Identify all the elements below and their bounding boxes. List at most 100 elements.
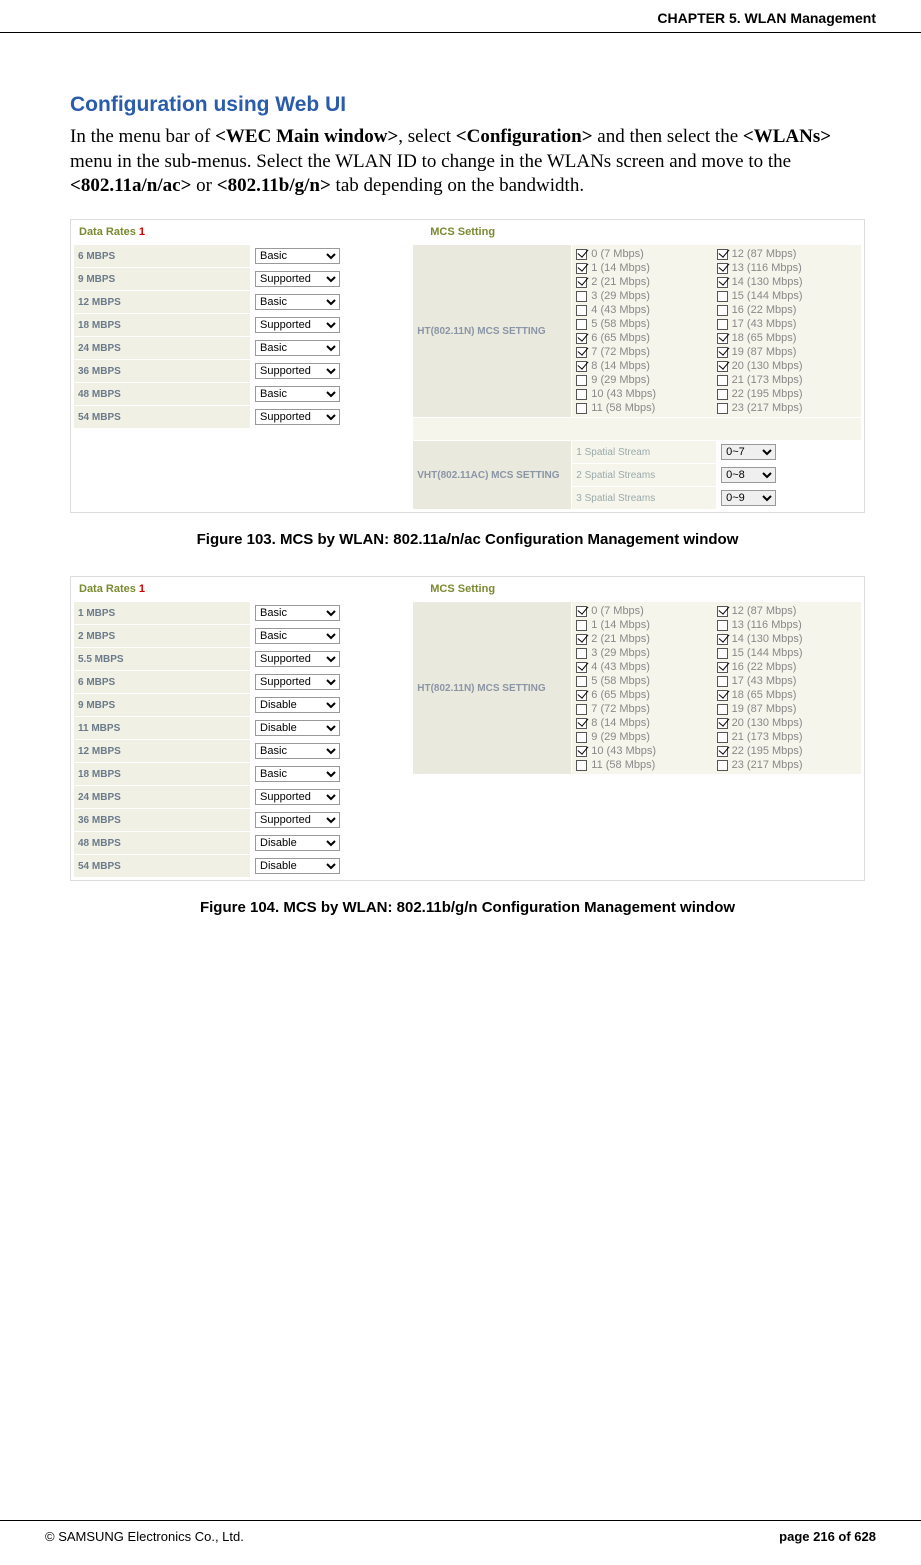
mcs-label: 0 (7 Mbps): [591, 605, 644, 617]
mcs-label: 14 (130 Mbps): [732, 633, 803, 645]
mcs-checkbox[interactable]: [717, 662, 728, 673]
rate-select[interactable]: Supported: [255, 409, 340, 425]
mcs-checkbox[interactable]: [717, 718, 728, 729]
rate-select[interactable]: Basic: [255, 628, 340, 644]
mcs-checkbox[interactable]: [717, 277, 728, 288]
rate-label: 9 MBPS: [74, 694, 251, 717]
mcs-checkbox[interactable]: [717, 690, 728, 701]
mcs-checkbox[interactable]: [717, 333, 728, 344]
rate-select[interactable]: Supported: [255, 651, 340, 667]
rate-label: 24 MBPS: [74, 786, 251, 809]
rate-select[interactable]: Supported: [255, 812, 340, 828]
mcs-label: 5 (58 Mbps): [591, 675, 650, 687]
rate-select[interactable]: Supported: [255, 674, 340, 690]
mcs-checkbox[interactable]: [576, 389, 587, 400]
mcs-checkbox[interactable]: [717, 389, 728, 400]
mcs-checkbox[interactable]: [576, 347, 587, 358]
mcs-checkbox[interactable]: [576, 732, 587, 743]
mcs-checkbox[interactable]: [717, 676, 728, 687]
mcs-checkbox[interactable]: [717, 319, 728, 330]
mcs-item: 8 (14 Mbps): [576, 716, 716, 730]
mcs-item: 9 (29 Mbps): [576, 730, 716, 744]
rate-row: 6 MBPSSupported: [74, 671, 412, 694]
mcs-item: 13 (116 Mbps): [717, 261, 857, 275]
rate-select[interactable]: Disable: [255, 858, 340, 874]
mcs-checkbox[interactable]: [576, 620, 587, 631]
mcs-label: 15 (144 Mbps): [732, 647, 803, 659]
vht-stream-3-select[interactable]: 0~9: [721, 490, 776, 506]
mcs-item: 14 (130 Mbps): [717, 632, 857, 646]
mcs-checkbox[interactable]: [576, 676, 587, 687]
mcs-item: 17 (43 Mbps): [717, 674, 857, 688]
rate-select[interactable]: Basic: [255, 605, 340, 621]
mcs-checkbox[interactable]: [576, 704, 587, 715]
mcs-checkbox[interactable]: [576, 648, 587, 659]
rate-select[interactable]: Basic: [255, 386, 340, 402]
rate-select[interactable]: Supported: [255, 789, 340, 805]
rate-select[interactable]: Supported: [255, 271, 340, 287]
mcs-checkbox[interactable]: [576, 690, 587, 701]
mcs-checkbox[interactable]: [717, 263, 728, 274]
mcs-checkbox[interactable]: [717, 606, 728, 617]
mcs-checkbox[interactable]: [717, 403, 728, 414]
mcs-checkbox[interactable]: [717, 361, 728, 372]
mcs-label: 4 (43 Mbps): [591, 304, 650, 316]
mcs-checkbox[interactable]: [576, 746, 587, 757]
rate-select[interactable]: Disable: [255, 720, 340, 736]
mcs-checkbox[interactable]: [717, 375, 728, 386]
mcs-checkbox[interactable]: [717, 634, 728, 645]
rate-select[interactable]: Basic: [255, 340, 340, 356]
rate-row: 5.5 MBPSSupported: [74, 648, 412, 671]
mcs-checkbox[interactable]: [576, 333, 587, 344]
mcs-label: 4 (43 Mbps): [591, 661, 650, 673]
mcs-checkbox[interactable]: [717, 305, 728, 316]
rate-row: 6 MBPSBasic: [74, 245, 412, 268]
mcs-item: 8 (14 Mbps): [576, 359, 716, 373]
mcs-checkbox[interactable]: [717, 760, 728, 771]
mcs-checkbox[interactable]: [576, 606, 587, 617]
rate-select[interactable]: Basic: [255, 294, 340, 310]
rate-select[interactable]: Basic: [255, 743, 340, 759]
mcs-label: 6 (65 Mbps): [591, 332, 650, 344]
mcs-label: 17 (43 Mbps): [732, 318, 797, 330]
rate-label: 1 MBPS: [74, 602, 251, 625]
data-rates-table-103: 6 MBPSBasic9 MBPSSupported12 MBPSBasic18…: [73, 244, 412, 429]
mcs-item: 10 (43 Mbps): [576, 387, 716, 401]
rate-select[interactable]: Basic: [255, 248, 340, 264]
mcs-checkbox[interactable]: [576, 760, 587, 771]
mcs-checkbox[interactable]: [717, 732, 728, 743]
rate-row: 11 MBPSDisable: [74, 717, 412, 740]
mcs-checkbox[interactable]: [717, 347, 728, 358]
mcs-item: 13 (116 Mbps): [717, 618, 857, 632]
mcs-checkbox[interactable]: [717, 648, 728, 659]
rate-select[interactable]: Supported: [255, 317, 340, 333]
vht-stream-1-select[interactable]: 0~7: [721, 444, 776, 460]
mcs-checkbox[interactable]: [576, 277, 587, 288]
mcs-checkbox[interactable]: [717, 249, 728, 260]
mcs-checkbox[interactable]: [576, 375, 587, 386]
mcs-checkbox[interactable]: [717, 620, 728, 631]
mcs-checkbox[interactable]: [717, 291, 728, 302]
rate-select[interactable]: Basic: [255, 766, 340, 782]
mcs-checkbox[interactable]: [576, 319, 587, 330]
mcs-checkbox[interactable]: [576, 662, 587, 673]
rate-select[interactable]: Supported: [255, 363, 340, 379]
rate-select[interactable]: Disable: [255, 697, 340, 713]
mcs-checkbox[interactable]: [576, 361, 587, 372]
rate-label: 5.5 MBPS: [74, 648, 251, 671]
mcs-label: 21 (173 Mbps): [732, 374, 803, 386]
mcs-checkbox[interactable]: [576, 634, 587, 645]
mcs-checkbox[interactable]: [576, 263, 587, 274]
mcs-label: 2 (21 Mbps): [591, 633, 650, 645]
mcs-checkbox[interactable]: [717, 704, 728, 715]
mcs-checkbox[interactable]: [576, 403, 587, 414]
mcs-checkbox[interactable]: [717, 746, 728, 757]
vht-stream-2-select[interactable]: 0~8: [721, 467, 776, 483]
intro-paragraph: In the menu bar of <WEC Main window>, se…: [70, 125, 865, 199]
mcs-checkbox[interactable]: [576, 718, 587, 729]
rate-select[interactable]: Disable: [255, 835, 340, 851]
rate-row: 48 MBPSDisable: [74, 832, 412, 855]
mcs-checkbox[interactable]: [576, 291, 587, 302]
mcs-checkbox[interactable]: [576, 249, 587, 260]
mcs-checkbox[interactable]: [576, 305, 587, 316]
